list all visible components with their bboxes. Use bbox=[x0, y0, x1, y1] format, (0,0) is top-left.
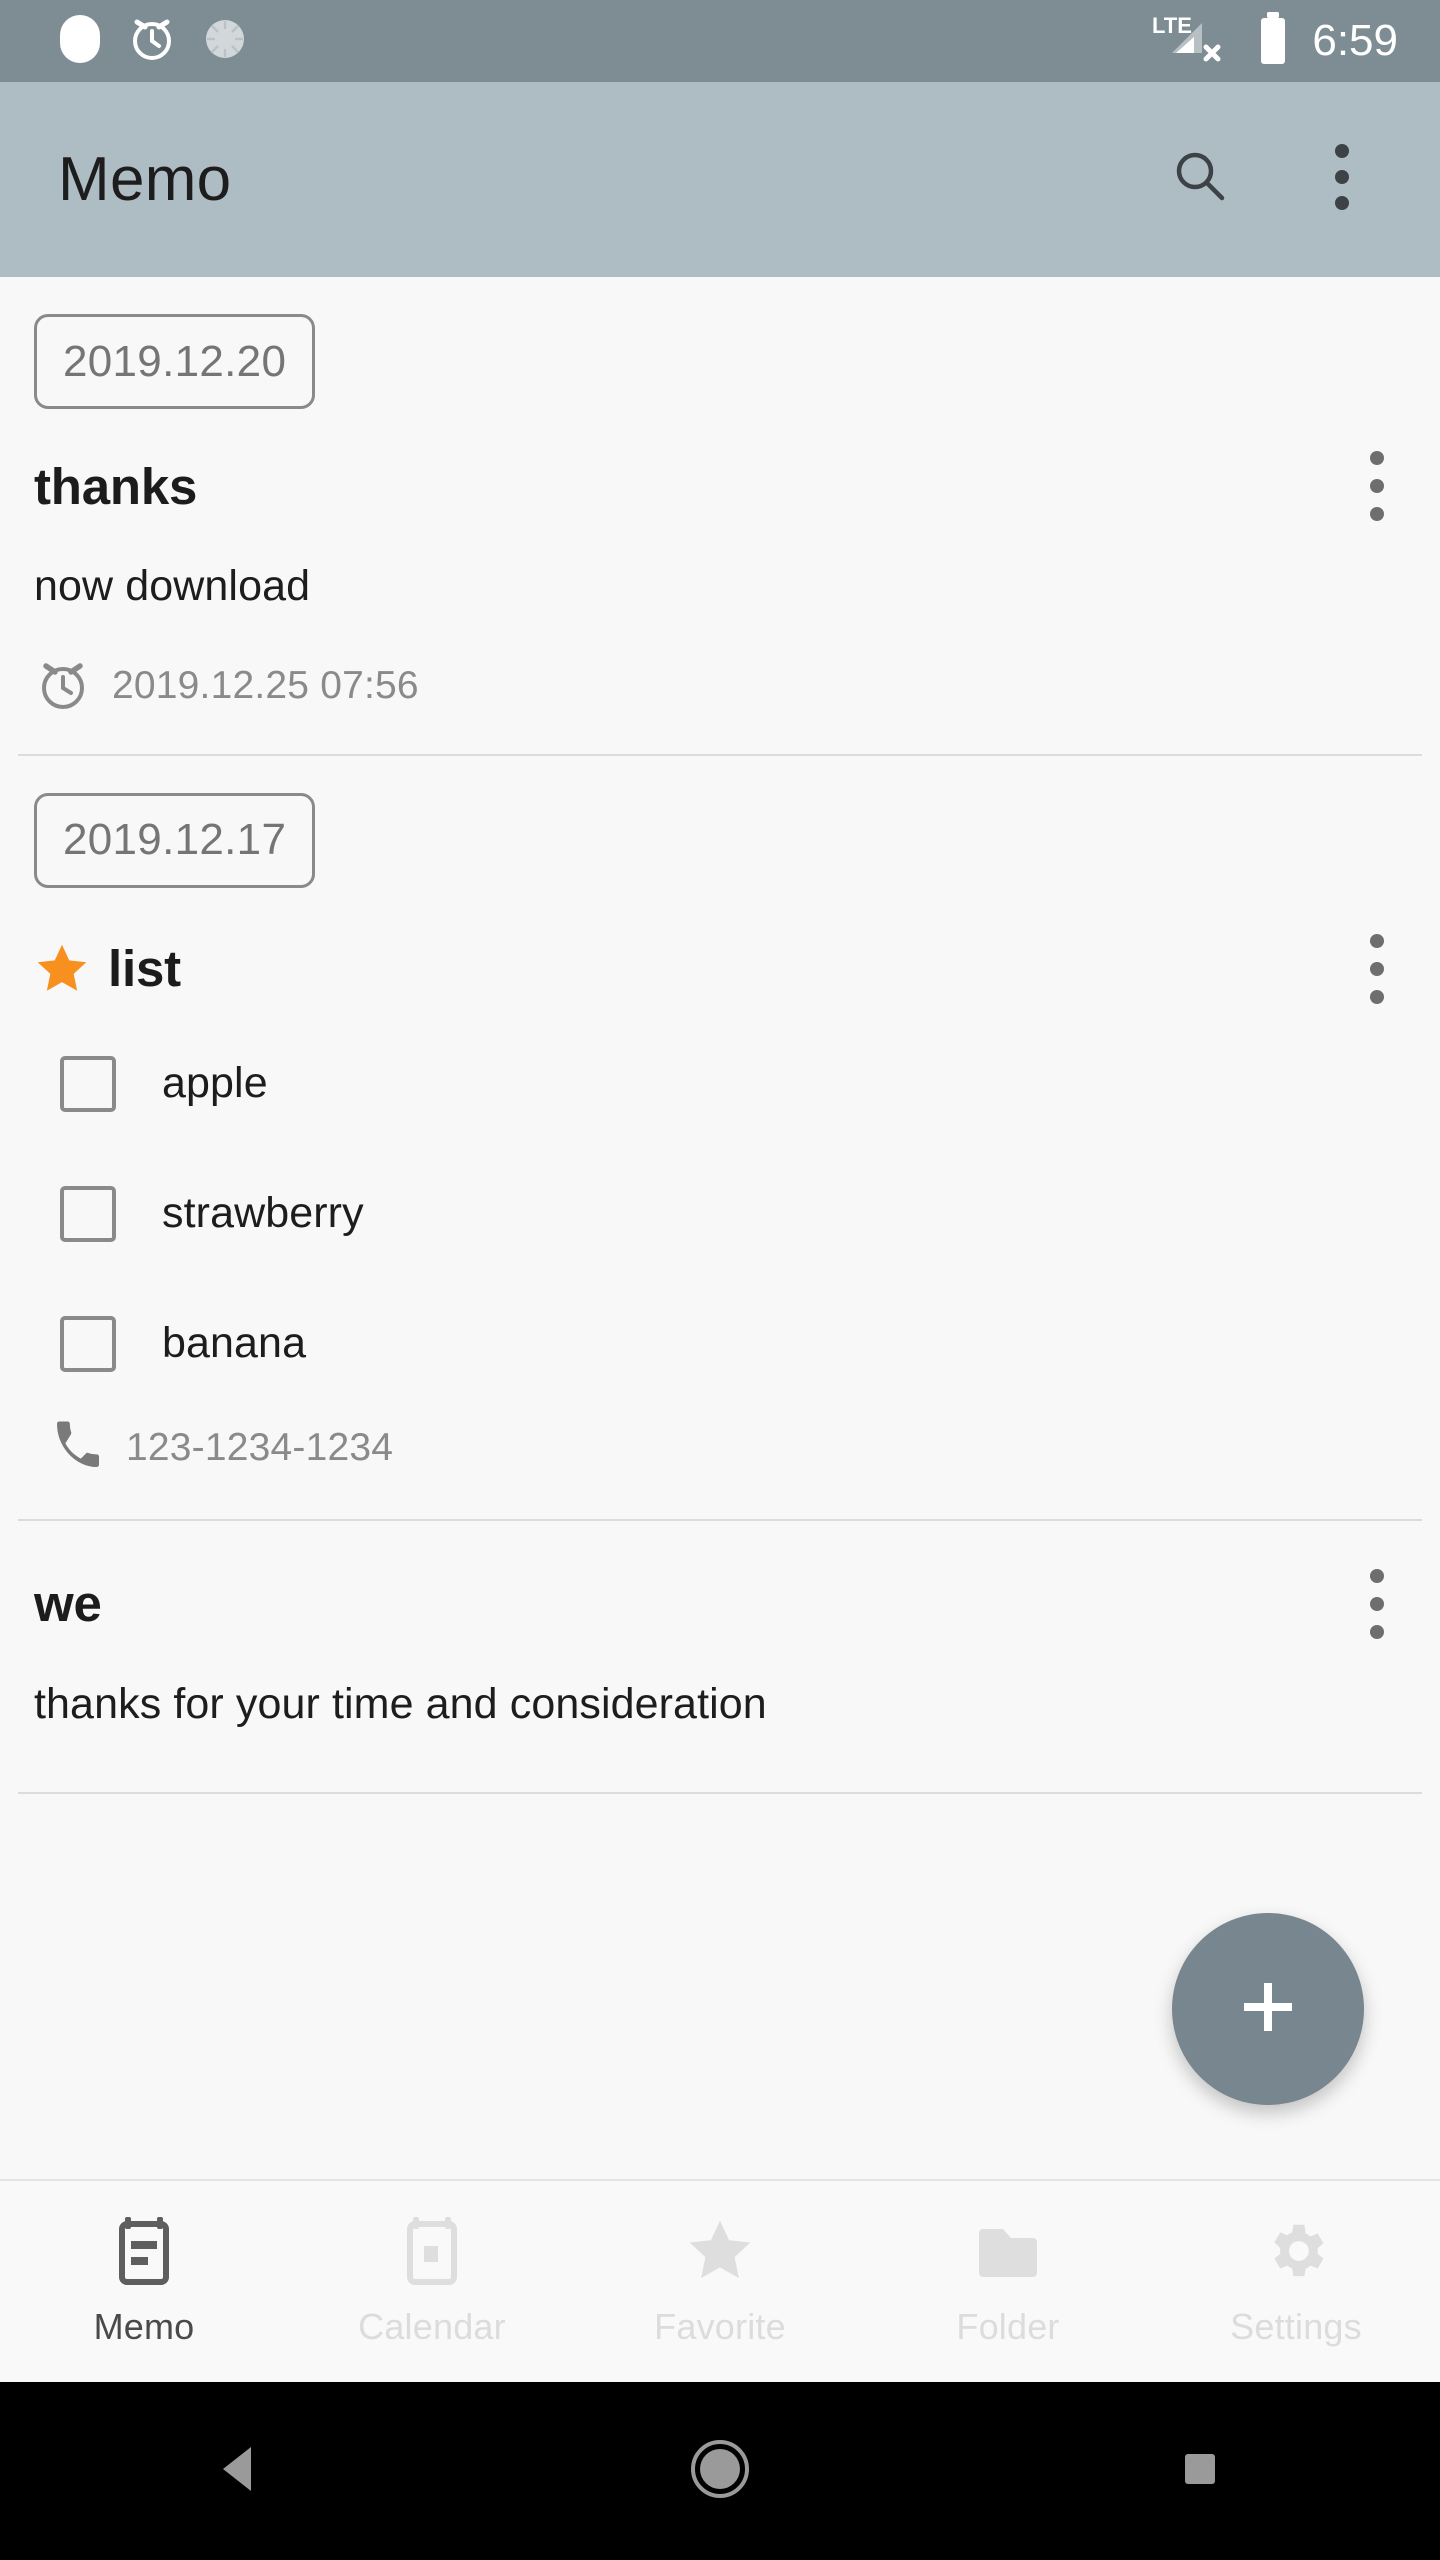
recents-square-icon bbox=[1177, 2446, 1223, 2497]
kebab-dot bbox=[1370, 989, 1384, 1004]
memo-title: list bbox=[108, 940, 181, 998]
memo-overflow-button[interactable] bbox=[1348, 441, 1406, 531]
checklist-item-label: strawberry bbox=[162, 1189, 364, 1238]
add-memo-fab[interactable] bbox=[1172, 1913, 1364, 2105]
page-title: Memo bbox=[58, 145, 232, 214]
search-icon bbox=[1168, 145, 1232, 214]
checkbox-strawberry[interactable] bbox=[60, 1185, 116, 1242]
memo-item[interactable]: list apple strawberry banana 123-1234-12… bbox=[0, 888, 1440, 1479]
nav-item-favorite[interactable]: Favorite bbox=[576, 2181, 864, 2382]
memo-divider bbox=[18, 1792, 1422, 1795]
status-bar-left-icons bbox=[0, 13, 248, 70]
checklist-item[interactable]: banana bbox=[34, 1315, 1406, 1372]
checkbox-banana[interactable] bbox=[60, 1315, 116, 1372]
android-home-button[interactable] bbox=[620, 2382, 820, 2560]
android-navigation-bar bbox=[0, 2382, 1440, 2560]
memo-header: thanks bbox=[34, 441, 1406, 531]
date-chip[interactable]: 2019.12.20 bbox=[34, 314, 316, 409]
nav-item-settings[interactable]: Settings bbox=[1152, 2181, 1440, 2382]
kebab-dot bbox=[1370, 451, 1384, 465]
back-triangle-icon bbox=[217, 2443, 263, 2500]
nav-label-memo: Memo bbox=[93, 2306, 195, 2347]
memo-checklist: apple strawberry banana bbox=[34, 1055, 1406, 1372]
checklist-item[interactable]: strawberry bbox=[34, 1185, 1406, 1242]
phone-icon bbox=[50, 1418, 106, 1479]
memo-title: thanks bbox=[34, 457, 198, 515]
nav-label-settings: Settings bbox=[1230, 2306, 1362, 2347]
lte-signal-icon: LTE bbox=[1150, 9, 1234, 74]
app-bar: Memo bbox=[0, 82, 1440, 277]
status-bar: LTE 6:59 bbox=[0, 0, 1440, 82]
kebab-dot bbox=[1370, 507, 1384, 521]
overflow-menu-icon bbox=[1332, 141, 1352, 218]
memo-body: thanks for your time and consideration bbox=[34, 1679, 767, 1728]
android-back-button[interactable] bbox=[140, 2382, 340, 2560]
status-bar-clock: 6:59 bbox=[1312, 16, 1398, 65]
app-bar-actions bbox=[1164, 144, 1440, 216]
star-icon bbox=[34, 941, 90, 997]
nav-label-calendar: Calendar bbox=[358, 2306, 506, 2347]
folder-icon bbox=[973, 2215, 1043, 2292]
star-icon bbox=[685, 2215, 755, 2292]
overflow-menu-button[interactable] bbox=[1306, 144, 1378, 216]
checklist-item-label: apple bbox=[162, 1059, 268, 1108]
alarm-icon bbox=[128, 13, 176, 70]
nav-item-folder[interactable]: Folder bbox=[864, 2181, 1152, 2382]
memo-item[interactable]: we thanks for your time and consideratio… bbox=[0, 1521, 1440, 1731]
alarm-icon bbox=[34, 655, 92, 718]
battery-icon bbox=[1256, 10, 1290, 73]
kebab-dot bbox=[1370, 933, 1384, 948]
checklist-item[interactable]: apple bbox=[34, 1055, 1406, 1112]
kebab-dot bbox=[1370, 1596, 1384, 1611]
nav-label-favorite: Favorite bbox=[654, 2306, 786, 2347]
memo-title: we bbox=[34, 1575, 102, 1633]
kebab-dot bbox=[1370, 1624, 1384, 1639]
nav-item-memo[interactable]: Memo bbox=[0, 2181, 288, 2382]
date-chip[interactable]: 2019.12.17 bbox=[34, 792, 316, 888]
kebab-dot bbox=[1370, 961, 1384, 976]
memo-body: now download bbox=[34, 562, 311, 610]
memo-list[interactable]: 2019.12.20 thanks now download 2019.12.2… bbox=[0, 277, 1440, 2179]
calendar-icon bbox=[399, 2215, 465, 2292]
memo-alarm-time: 2019.12.25 07:56 bbox=[112, 664, 419, 708]
search-button[interactable] bbox=[1164, 144, 1236, 216]
capsule-indicator-icon bbox=[58, 13, 102, 70]
checkbox-apple[interactable] bbox=[60, 1055, 116, 1112]
status-bar-right-icons: LTE 6:59 bbox=[1150, 9, 1440, 74]
sync-spinner-icon bbox=[202, 15, 248, 68]
memo-group: 2019.12.20 thanks now download 2019.12.2… bbox=[0, 277, 1440, 756]
phone-screen: LTE 6:59 Memo 2019.12.20 thanks now down… bbox=[0, 0, 1440, 2560]
date-chip-wrapper: 2019.12.20 bbox=[0, 277, 1440, 409]
memo-overflow-button[interactable] bbox=[1348, 924, 1406, 1014]
gear-icon bbox=[1261, 2215, 1331, 2292]
bottom-navigation: Memo Calendar Favorite Folder Settings bbox=[0, 2179, 1440, 2382]
memo-alarm-row: 2019.12.25 07:56 bbox=[34, 655, 1406, 718]
kebab-dot bbox=[1370, 479, 1384, 493]
android-recents-button[interactable] bbox=[1100, 2382, 1300, 2560]
memo-icon bbox=[111, 2215, 177, 2292]
memo-group: 2019.12.17 list apple strawberry banana … bbox=[0, 756, 1440, 1795]
home-circle-icon bbox=[689, 2438, 751, 2505]
memo-item[interactable]: thanks now download 2019.12.25 07:56 bbox=[0, 409, 1440, 718]
memo-phone-number: 123-1234-1234 bbox=[126, 1426, 394, 1470]
plus-icon bbox=[1234, 1973, 1302, 2046]
kebab-dot bbox=[1370, 1568, 1384, 1583]
nav-item-calendar[interactable]: Calendar bbox=[288, 2181, 576, 2382]
svg-text:LTE: LTE bbox=[1152, 13, 1192, 38]
memo-phone-row[interactable]: 123-1234-1234 bbox=[50, 1418, 1406, 1479]
memo-overflow-button[interactable] bbox=[1348, 1559, 1406, 1649]
checklist-item-label: banana bbox=[162, 1319, 307, 1368]
memo-header: list bbox=[34, 924, 1406, 1014]
nav-label-folder: Folder bbox=[956, 2306, 1060, 2347]
date-chip-wrapper: 2019.12.17 bbox=[0, 756, 1440, 888]
memo-header: we bbox=[34, 1559, 1406, 1649]
